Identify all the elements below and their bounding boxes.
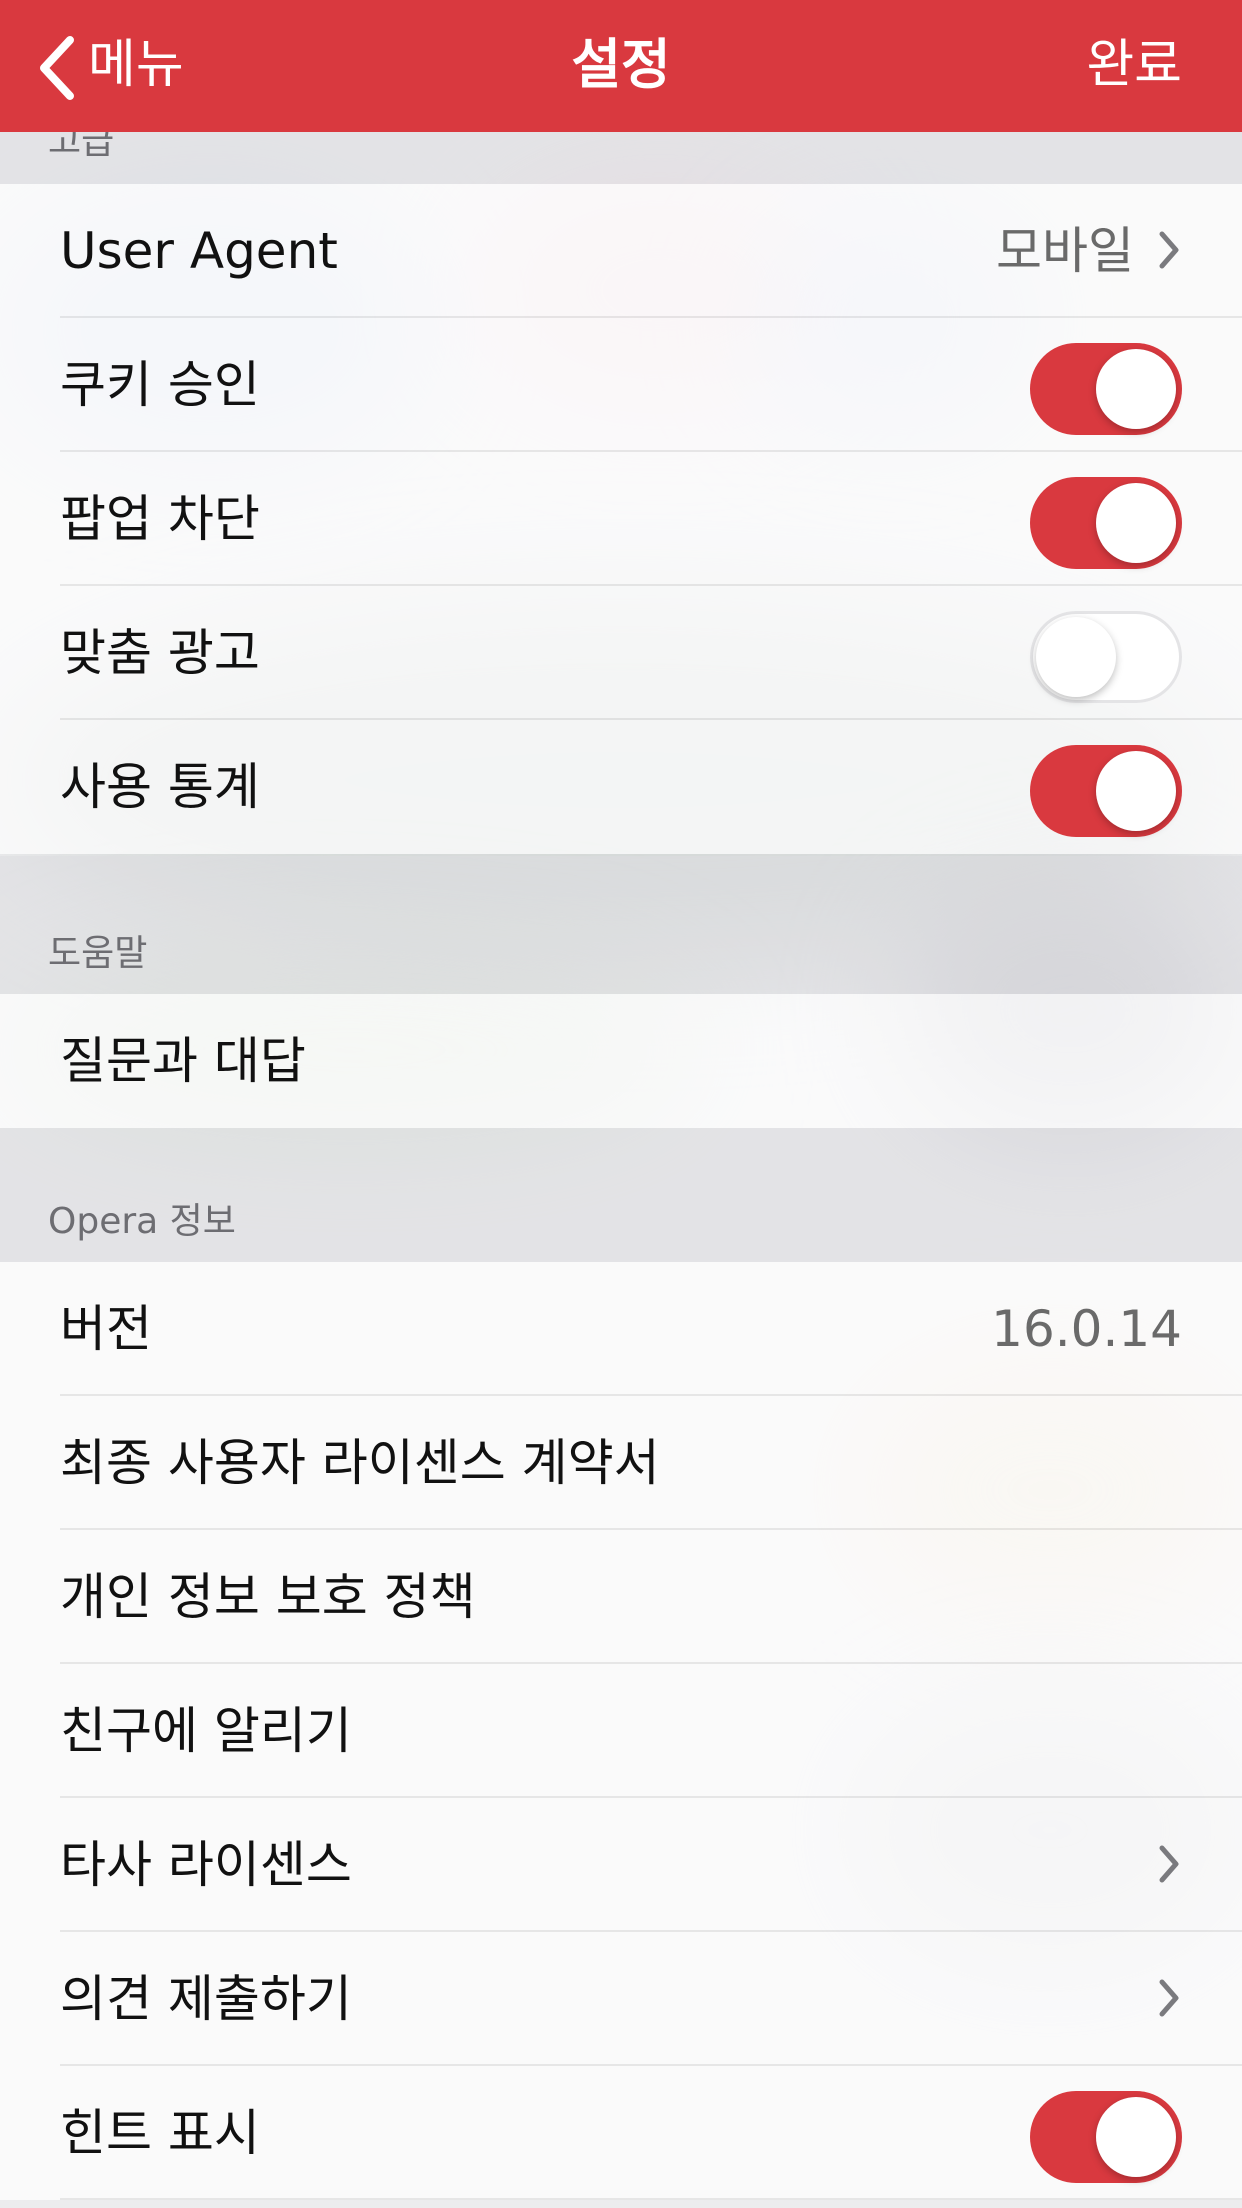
toggle-knob [1096,349,1176,429]
popup-block-toggle[interactable] [1030,477,1182,569]
row-version: 버전 16.0.14 [0,1262,1242,1396]
row-privacy-policy[interactable]: 개인 정보 보호 정책 [0,1530,1242,1664]
row-label: 버전 [60,1300,152,1358]
version-value: 16.0.14 [991,1300,1182,1358]
row-label: 맞춤 광고 [60,624,260,682]
toggle-knob [1096,751,1176,831]
row-tell-friends[interactable]: 친구에 알리기 [0,1664,1242,1798]
row-show-hints: 힌트 표시 [0,2066,1242,2200]
row-label: 최종 사용자 라이센스 계약서 [60,1434,660,1492]
row-custom-ads: 맞춤 광고 [0,586,1242,720]
row-label: 힌트 표시 [60,2104,260,2162]
row-user-agent[interactable]: User Agent 모바일 [0,184,1242,318]
toggle-knob [1096,2097,1176,2177]
row-popup-block: 팝업 차단 [0,452,1242,586]
row-third-party-licenses[interactable]: 타사 라이센스 [0,1798,1242,1932]
row-label: 친구에 알리기 [60,1702,352,1760]
section-header-about: Opera 정보 [0,1128,1242,1262]
row-label: 의견 제출하기 [60,1970,352,2028]
row-cookies: 쿠키 승인 [0,318,1242,452]
section-header-label: 도움말 [48,933,148,974]
section-header-help: 도움말 [0,856,1242,994]
toggle-knob [1036,617,1116,697]
toggle-knob [1096,483,1176,563]
group-about: 버전 16.0.14 최종 사용자 라이센스 계약서 개인 정보 보호 정책 친… [0,1262,1242,2200]
row-label: 타사 라이센스 [60,1836,352,1894]
usage-stats-toggle[interactable] [1030,745,1182,837]
show-hints-toggle[interactable] [1030,2091,1182,2183]
done-button[interactable]: 완료 [1086,30,1182,100]
custom-ads-toggle[interactable] [1030,611,1182,703]
row-send-feedback[interactable]: 의견 제출하기 [0,1932,1242,2066]
row-label: 개인 정보 보호 정책 [60,1568,476,1626]
row-eula[interactable]: 최종 사용자 라이센스 계약서 [0,1396,1242,1530]
user-agent-value: 모바일 [996,222,1134,280]
group-help: 질문과 대답 [0,994,1242,1128]
row-label: 쿠키 승인 [60,356,260,414]
row-label: User Agent [60,222,338,280]
chevron-right-icon [1159,1979,1179,2017]
row-usage-stats: 사용 통계 [0,720,1242,854]
page-title: 설정 [571,33,671,96]
chevron-right-icon [1159,1845,1179,1883]
row-label: 사용 통계 [60,758,260,816]
navigation-bar: 메뉴 설정 완료 [0,0,1242,132]
cookies-toggle[interactable] [1030,343,1182,435]
group-advanced: User Agent 모바일 쿠키 승인 팝업 차단 맞춤 광고 사용 통계 [0,184,1242,854]
row-label: 질문과 대답 [60,1032,306,1090]
settings-list[interactable]: 고급 User Agent 모바일 쿠키 승인 팝업 차단 맞춤 광고 사용 통… [0,0,1242,2208]
row-label: 팝업 차단 [60,490,260,548]
section-header-label: Opera 정보 [48,1201,236,1242]
chevron-right-icon [1159,231,1179,269]
row-faq[interactable]: 질문과 대답 [0,994,1242,1128]
